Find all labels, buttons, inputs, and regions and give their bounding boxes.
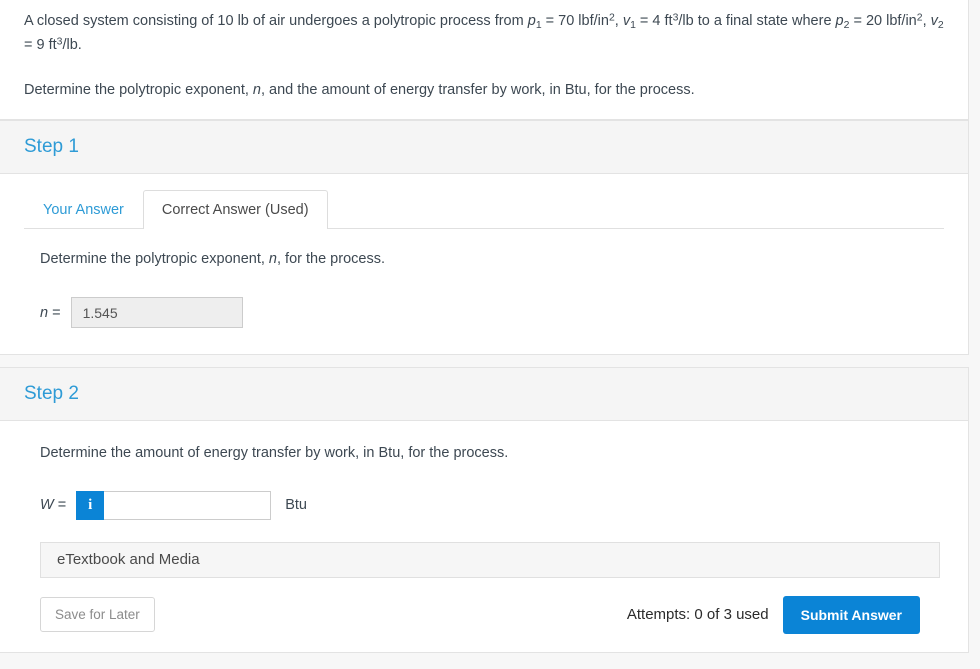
- step-1-header: Step 1: [0, 121, 968, 174]
- work-answer-input[interactable]: [104, 490, 272, 520]
- step-2-header: Step 2: [0, 368, 968, 421]
- problem-statement-card: A closed system consisting of 10 lb of a…: [0, 0, 969, 121]
- symbol-p2: p: [835, 13, 844, 29]
- step-2-content: Determine the amount of energy transfer …: [24, 421, 944, 578]
- symbol-v2: v: [930, 13, 938, 29]
- step-2-title: Step 2: [24, 383, 79, 405]
- footer-right-group: Attempts: 0 of 3 used Submit Answer: [626, 595, 920, 634]
- step-2-answer-symbol: W: [40, 497, 54, 514]
- step-2-answer-row: W = i Btu: [40, 490, 944, 520]
- value-v1: = 4 ft: [635, 13, 673, 29]
- problem-task-tail: , and the amount of energy transfer by w…: [260, 81, 695, 98]
- tab-correct-answer[interactable]: Correct Answer (Used): [142, 189, 328, 230]
- work-unit-label: Btu: [285, 497, 307, 514]
- etextbook-and-media-bar[interactable]: eTextbook and Media: [40, 541, 940, 578]
- step-2-footer: Save for Later Attempts: 0 of 3 used Sub…: [24, 580, 944, 652]
- submit-answer-button[interactable]: Submit Answer: [782, 595, 920, 634]
- save-for-later-button[interactable]: Save for Later: [40, 597, 155, 633]
- value-p1: = 70 lbf/in: [541, 13, 609, 29]
- step-2-answer-equals: =: [53, 497, 67, 514]
- info-icon[interactable]: i: [76, 490, 105, 520]
- symbol-v1: v: [622, 13, 631, 29]
- attempts-counter: Attempts: 0 of 3 used: [626, 606, 769, 624]
- tail-v1: /lb to a final state where: [678, 13, 836, 29]
- step-1-answer-label: n =: [40, 305, 61, 321]
- subscript-v2: 2: [937, 19, 944, 31]
- step-1-title: Step 1: [24, 136, 79, 158]
- step-1-answer-symbol: n: [40, 304, 49, 321]
- step-1-prompt: Determine the polytropic exponent, n, fo…: [40, 249, 944, 271]
- step-1-card: Step 1 Your Answer Correct Answer (Used)…: [0, 120, 969, 356]
- tab-your-answer[interactable]: Your Answer: [24, 190, 143, 229]
- symbol-n: n: [252, 81, 261, 98]
- step-1-tabs: Your Answer Correct Answer (Used): [24, 174, 944, 230]
- value-v2: = 9 ft: [24, 37, 57, 54]
- step-1-answer-input: 1.545: [70, 297, 243, 329]
- problem-text-intro: A closed system consisting of 10 lb of a…: [24, 13, 528, 29]
- problem-task-intro: Determine the polytropic exponent,: [24, 81, 253, 98]
- step-1-body: Your Answer Correct Answer (Used) Determ…: [0, 174, 968, 354]
- step-1-prompt-tail: , for the process.: [276, 251, 385, 268]
- step-1-content: Determine the polytropic exponent, n, fo…: [24, 229, 944, 354]
- step-1-answer-row: n = 1.545: [40, 297, 944, 329]
- symbol-p1: p: [527, 13, 536, 29]
- step-1-symbol-n: n: [268, 251, 277, 268]
- problem-statement-paragraph-1: A closed system consisting of 10 lb of a…: [24, 10, 944, 57]
- value-p2: = 20 lbf/in: [849, 13, 917, 29]
- separator-1: ,: [614, 13, 623, 29]
- step-2-prompt: Determine the amount of energy transfer …: [40, 444, 509, 461]
- step-2-answer-label: W =: [40, 497, 66, 513]
- assignment-page: A closed system consisting of 10 lb of a…: [0, 0, 980, 669]
- step-1-prompt-intro: Determine the polytropic exponent,: [40, 251, 269, 268]
- step-2-card: Step 2 Determine the amount of energy tr…: [0, 367, 969, 653]
- separator-2: ,: [922, 13, 931, 29]
- problem-statement-paragraph-2: Determine the polytropic exponent, n, an…: [24, 79, 944, 101]
- tail-v2: /lb.: [62, 37, 82, 54]
- step-1-answer-equals: =: [48, 304, 61, 321]
- step-2-body: Determine the amount of energy transfer …: [0, 421, 968, 652]
